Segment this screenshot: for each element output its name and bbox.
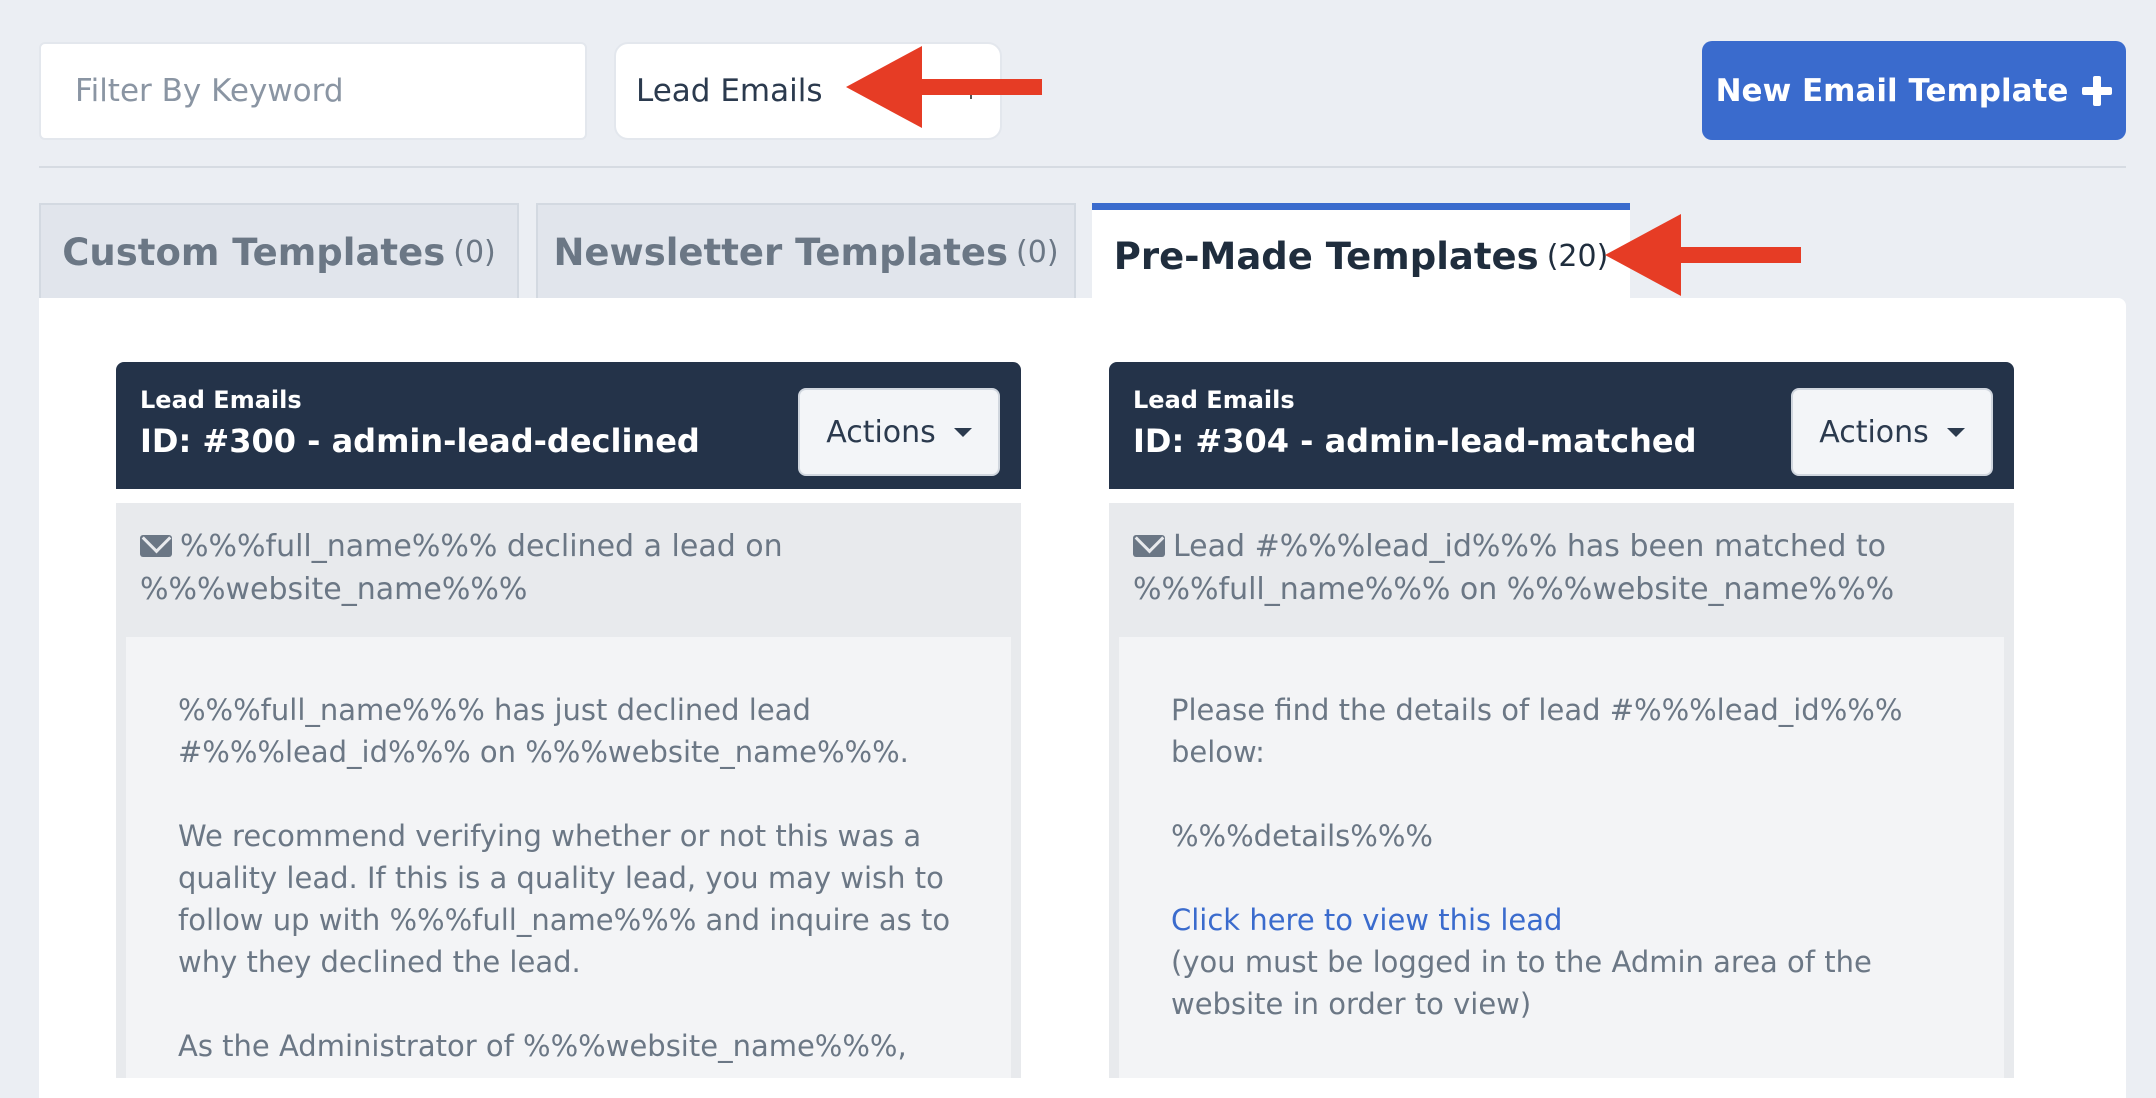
- body-paragraph: Please find the details of lead #%%%lead…: [1171, 693, 1903, 769]
- tab-label: Newsletter Templates: [553, 230, 1009, 274]
- envelope-icon: [1133, 535, 1165, 557]
- card-body-wrap: %%%full_name%%% has just declined lead #…: [116, 637, 1021, 1078]
- tab-count: (0): [1016, 234, 1059, 270]
- new-email-template-label: New Email Template: [1715, 72, 2069, 109]
- card-header: Lead Emails ID: #304 - admin-lead-matche…: [1109, 362, 2014, 489]
- card-id: ID: #304 - admin-lead-matched: [1133, 422, 1697, 460]
- filter-keyword-input[interactable]: [39, 42, 587, 140]
- envelope-icon: [140, 535, 172, 557]
- caret-down-icon: [953, 427, 972, 437]
- toolbar-divider: [39, 166, 2126, 168]
- new-email-template-button[interactable]: New Email Template: [1702, 41, 2126, 140]
- tab-label: Custom Templates: [62, 230, 446, 274]
- card-subject: Lead #%%%lead_id%%% has been matched to …: [1109, 503, 2014, 637]
- annotation-arrow-icon: [1605, 214, 1801, 296]
- actions-dropdown-button[interactable]: Actions: [1791, 388, 1993, 476]
- card-category: Lead Emails: [140, 386, 302, 414]
- category-select-value: Lead Emails: [636, 73, 823, 109]
- view-lead-link[interactable]: Click here to view this lead: [1171, 903, 1562, 937]
- subject-text: %%%full_name%%% declined a lead on %%%we…: [140, 529, 783, 607]
- actions-label: Actions: [826, 414, 936, 450]
- card-body: Please find the details of lead #%%%lead…: [1119, 637, 2004, 1078]
- card-body-wrap: Please find the details of lead #%%%lead…: [1109, 637, 2014, 1078]
- card-subject: %%%full_name%%% declined a lead on %%%we…: [116, 503, 1021, 637]
- template-card: Lead Emails ID: #300 - admin-lead-declin…: [116, 362, 1021, 1078]
- body-paragraph: (you must be logged in to the Admin area…: [1171, 945, 1872, 1021]
- card-category: Lead Emails: [1133, 386, 1295, 414]
- card-header: Lead Emails ID: #300 - admin-lead-declin…: [116, 362, 1021, 489]
- body-paragraph: %%%full_name%%% has just declined lead #…: [178, 693, 909, 769]
- tab-count: (20): [1546, 239, 1609, 274]
- card-body: %%%full_name%%% has just declined lead #…: [126, 637, 1011, 1078]
- actions-label: Actions: [1819, 414, 1929, 450]
- tab-label: Pre-Made Templates: [1113, 235, 1539, 278]
- body-paragraph: As the Administrator of %%%website_name%…: [178, 1029, 907, 1078]
- body-paragraph: %%%details%%%: [1171, 819, 1433, 853]
- card-id: ID: #300 - admin-lead-declined: [140, 422, 700, 460]
- caret-down-icon: [1946, 427, 1965, 437]
- tab-pre-made-templates[interactable]: Pre-Made Templates (20): [1092, 203, 1630, 303]
- plus-icon: [2082, 75, 2113, 106]
- body-paragraph: We recommend verifying whether or not th…: [178, 819, 951, 979]
- subject-text: Lead #%%%lead_id%%% has been matched to …: [1133, 529, 1895, 607]
- tab-newsletter-templates[interactable]: Newsletter Templates (0): [536, 203, 1076, 299]
- annotation-arrow-icon: [846, 46, 1042, 128]
- body-link-paragraph: Click here to view this lead: [1171, 899, 1954, 941]
- template-card: Lead Emails ID: #304 - admin-lead-matche…: [1109, 362, 2014, 1078]
- tab-count: (0): [453, 234, 496, 270]
- actions-dropdown-button[interactable]: Actions: [798, 388, 1000, 476]
- tab-custom-templates[interactable]: Custom Templates (0): [39, 203, 519, 299]
